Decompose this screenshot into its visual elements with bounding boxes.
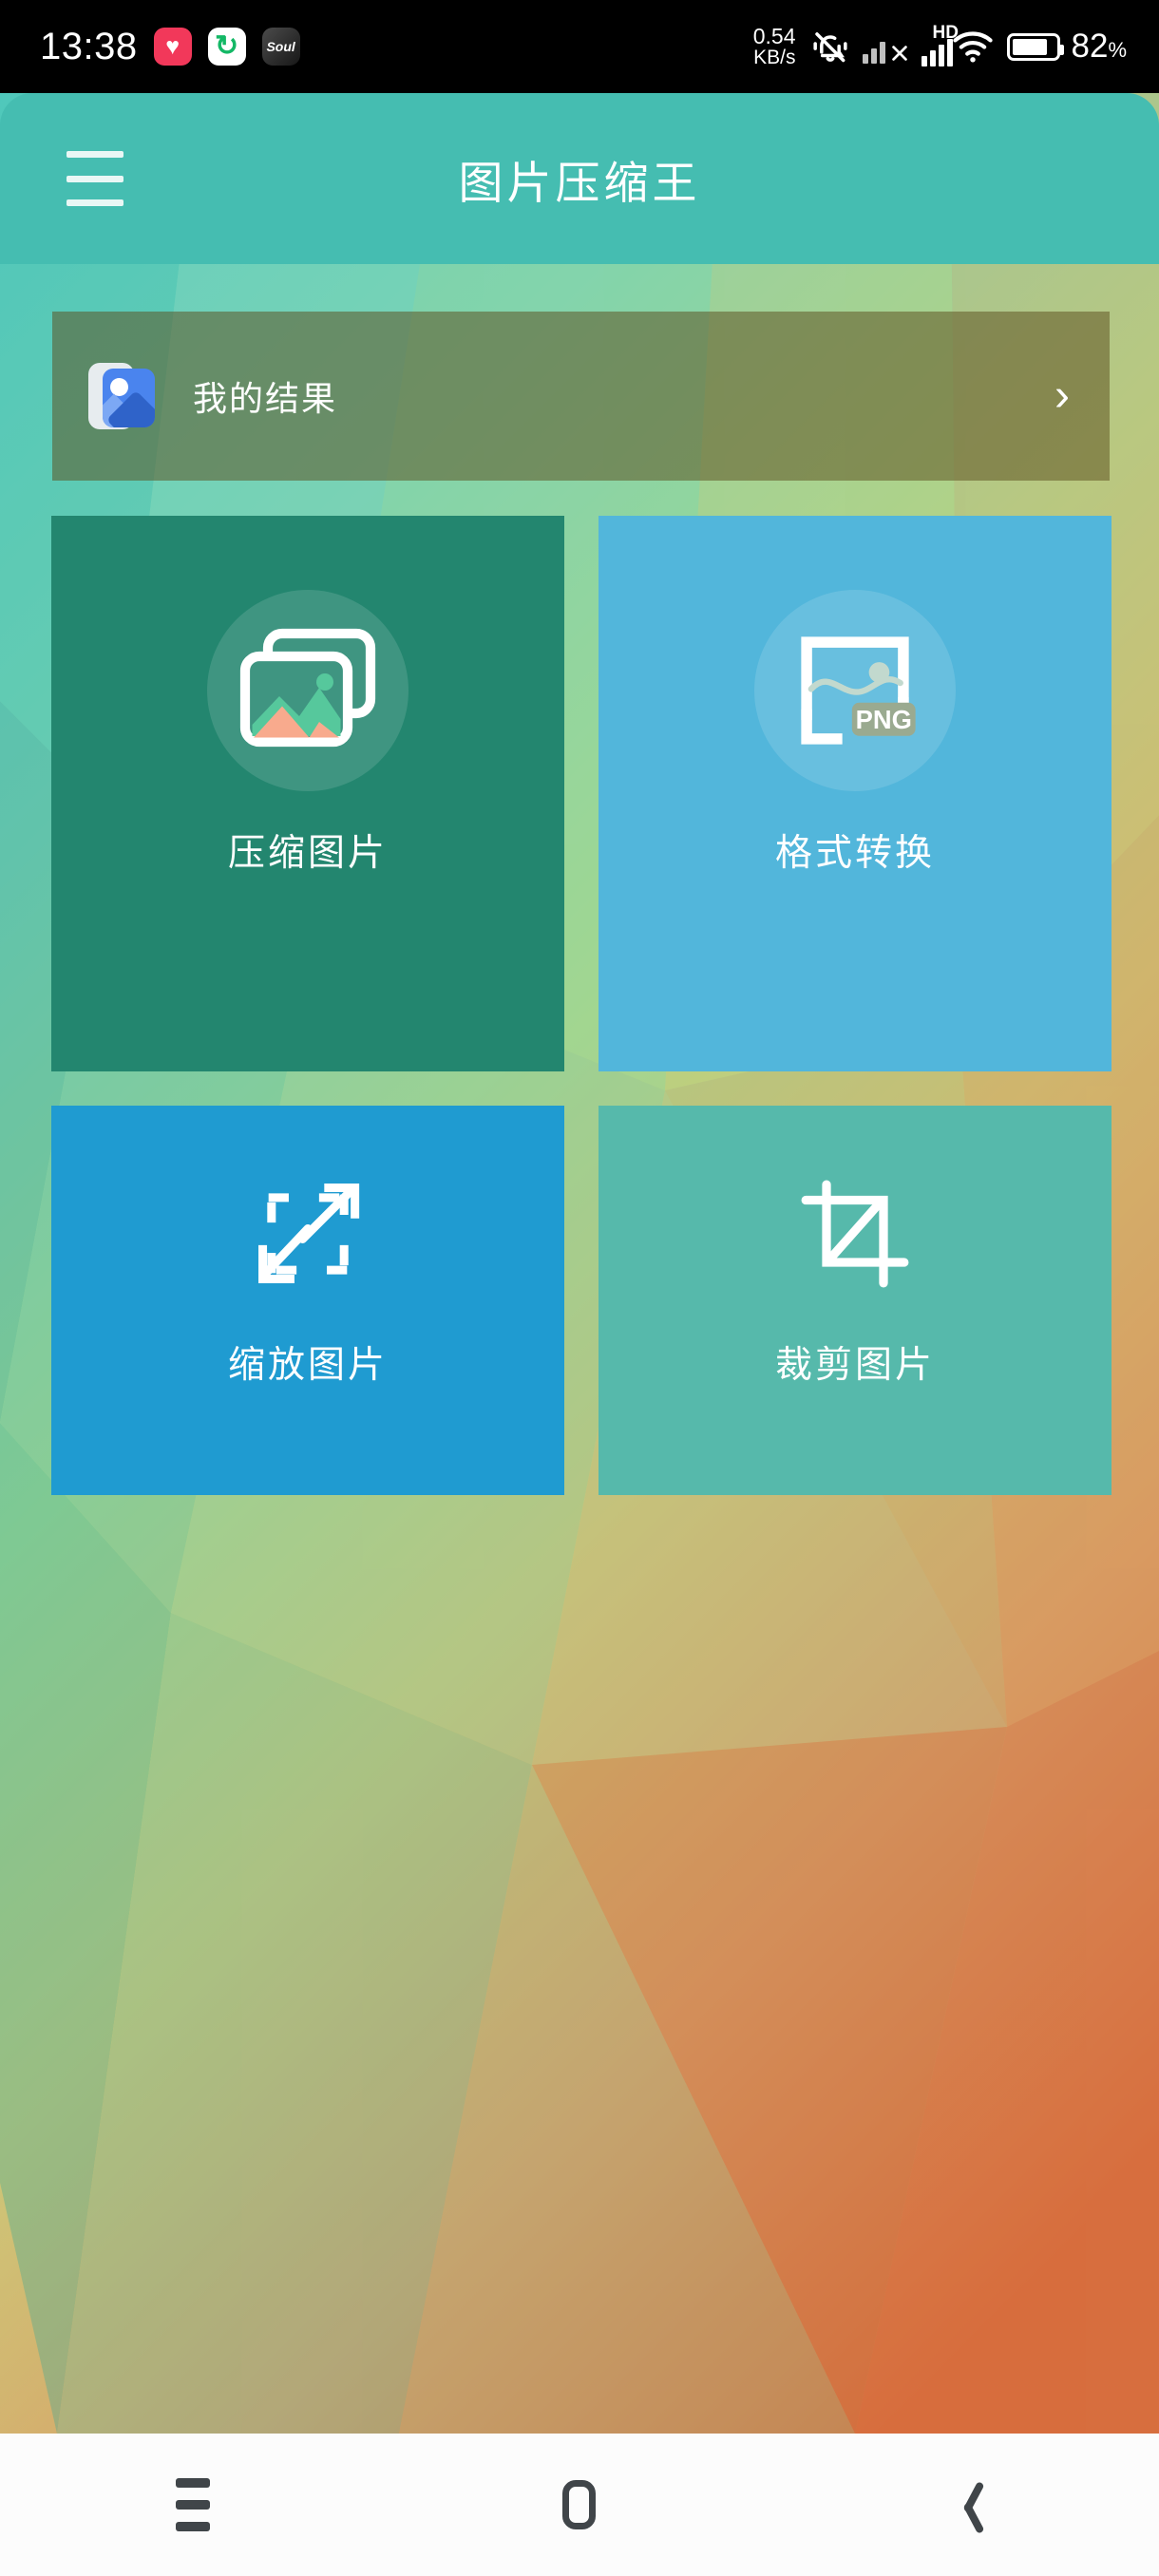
system-navigation-bar [0,2434,1159,2576]
recents-line [176,2478,211,2488]
recents-menu-icon[interactable] [122,2434,264,2576]
network-speed-value: 0.54 [752,24,796,48]
status-bar: 13:38 ♥ ↻ Soul 0.54 KB/s HD 82% [0,0,1159,93]
icon-halo [754,590,956,791]
status-bar-right: 0.54 KB/s HD 82% [752,23,1128,68]
soul-app-icon-glyph: Soul [266,39,295,54]
crop-tool-glyph [801,1180,909,1288]
page-title: 图片压缩王 [458,157,701,208]
bell-mute-icon [809,28,851,66]
recents-line [176,2522,211,2531]
no-sim-signal-icon [862,29,910,64]
network-speed-indicator: 0.54 KB/s [752,24,798,68]
recents-line [176,2500,211,2510]
network-speed-unit: KB/s [753,47,796,68]
resize-arrows-icon [237,1163,379,1305]
resize-arrows-glyph [258,1183,360,1283]
tile-resize-image-label: 缩放图片 [227,1345,388,1386]
refresh-app-icon-glyph: ↻ [215,30,239,62]
battery-percent-value: 82 [1071,28,1109,65]
back-chevron-icon[interactable] [895,2434,1037,2576]
image-format-png-icon: PNG [754,590,956,791]
battery-percent-label: 82% [1072,28,1128,66]
hamburger-line [66,199,124,206]
battery-icon [1006,32,1064,61]
my-results-banner[interactable]: 我的结果 › [52,312,1110,481]
tile-format-convert[interactable]: PNG 格式转换 [598,516,1112,1071]
my-results-label: 我的结果 [193,379,338,418]
home-square-icon[interactable] [508,2434,651,2576]
heart-app-icon-glyph: ♥ [165,32,180,60]
phone-screen: 13:38 ♥ ↻ Soul 0.54 KB/s HD 82% 图片压缩王 我的… [0,0,1159,2576]
hamburger-line [66,151,124,158]
soul-app-icon: Soul [261,28,300,66]
chevron-right-icon: › [1054,370,1070,421]
crop-tool-icon [784,1163,926,1305]
gallery-photos-icon [88,359,157,433]
battery-percent-symbol: % [1108,38,1127,62]
recents-lines [176,2478,211,2531]
refresh-app-icon: ↻ [207,28,246,66]
icon-halo [207,590,408,791]
tile-crop-image-label: 裁剪图片 [774,1345,935,1386]
hamburger-line [66,175,124,182]
tile-crop-image[interactable]: 裁剪图片 [598,1106,1112,1495]
tile-format-convert-label: 格式转换 [774,833,935,874]
battery-fill [1012,38,1047,55]
heart-app-icon: ♥ [153,28,192,66]
feature-grid-row: 压缩图片 PNG 格式转换 [51,516,1112,1071]
feature-grid-row: 缩放图片 裁剪图片 [51,1106,1112,1495]
back-chevron-stroke [962,2502,985,2534]
hamburger-menu-icon[interactable] [66,151,124,206]
back-chevron-shape [953,2479,985,2534]
gallery-icon-front-card [103,369,155,427]
status-bar-left: 13:38 ♥ ↻ Soul [40,26,300,68]
home-square-shape [562,2480,597,2529]
app-bar: 图片压缩王 [0,93,1159,264]
tile-resize-image[interactable]: 缩放图片 [51,1106,564,1495]
tile-compress-image[interactable]: 压缩图片 [51,516,564,1071]
status-bar-clock: 13:38 [40,25,138,67]
feature-grid: 压缩图片 PNG 格式转换 缩放图片 裁剪图片 [51,516,1112,1495]
stacked-photos-icon [207,590,408,791]
tile-compress-image-label: 压缩图片 [227,833,388,874]
